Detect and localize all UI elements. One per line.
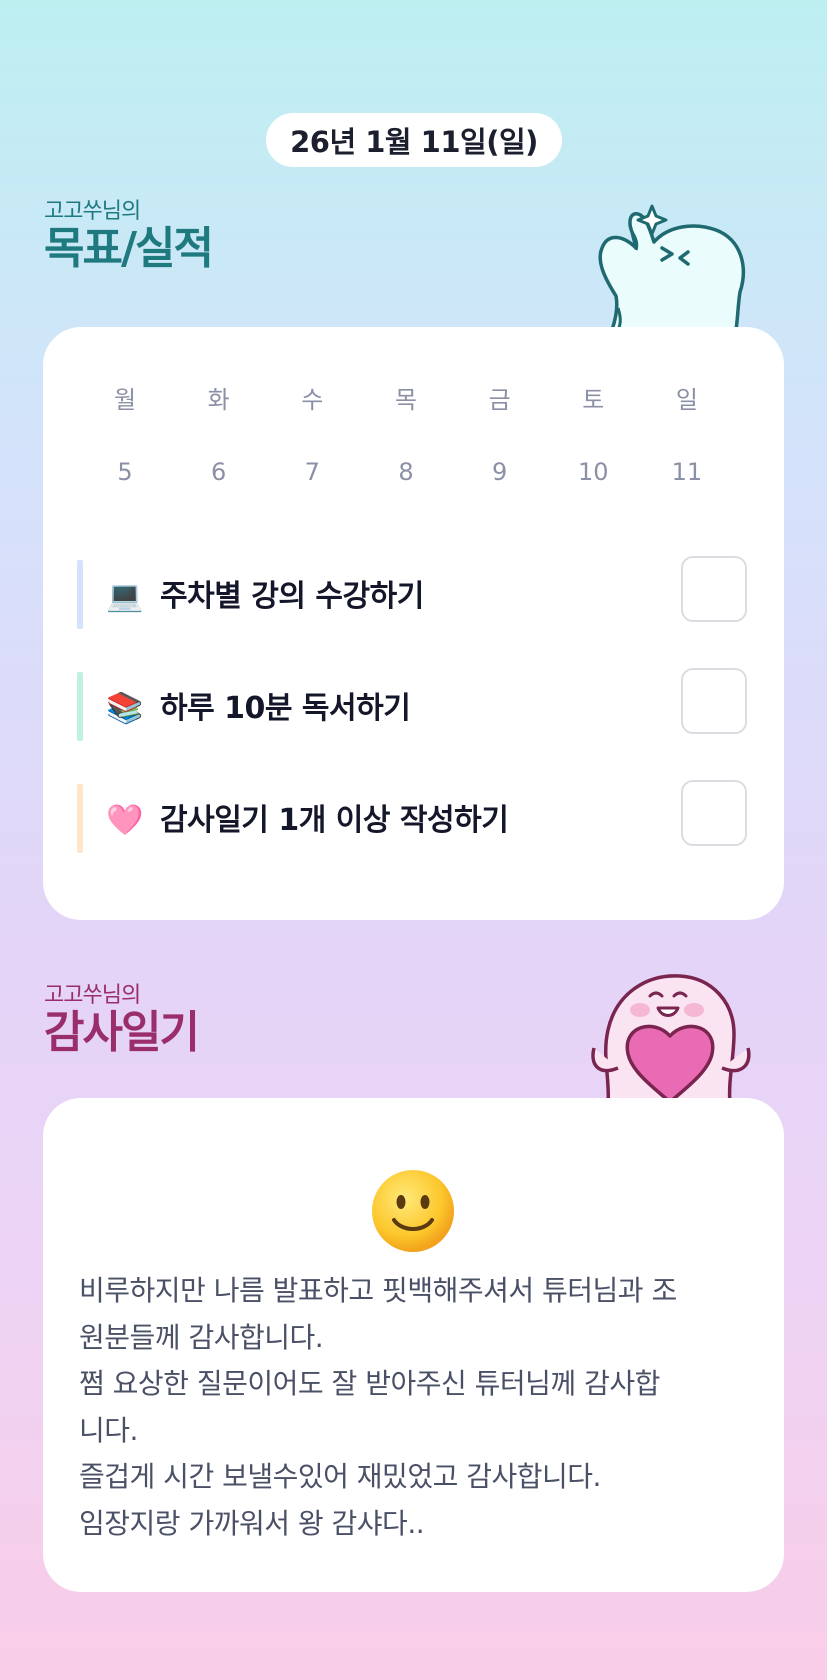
diary-line: 쩜 요상한 질문이어도 잘 받아주신 튜터님께 감사합 xyxy=(79,1367,660,1400)
heart-hug-mascot-icon xyxy=(591,974,751,1104)
goal-checkbox[interactable] xyxy=(681,780,747,846)
diary-entry: 비루하지만 나름 발표하고 핏백해주셔서 튜터님과 조 원분들께 감사합니다. … xyxy=(79,1268,759,1547)
diary-card: 비루하지만 나름 발표하고 핏백해주셔서 튜터님과 조 원분들께 감사합니다. … xyxy=(43,1098,784,1592)
page: { "header": { "date": "26년 1월 11일(일)" },… xyxy=(0,0,827,1680)
goals-subtitle: 고고쑤님의 xyxy=(44,199,141,224)
date-cell[interactable]: 8 xyxy=(386,458,426,486)
goal-item-lectures: 💻 주차별 강의 수강하기 xyxy=(77,556,749,640)
laptop-icon: 💻 xyxy=(106,579,144,614)
date-header: 26년 1월 11일(일) xyxy=(266,113,562,167)
weekday-sun: 일 xyxy=(675,386,698,414)
goal-label: 하루 10분 독서하기 xyxy=(160,691,411,726)
diary-line: 니다. xyxy=(79,1413,138,1447)
date-cell[interactable]: 9 xyxy=(480,458,520,486)
date-cell[interactable]: 6 xyxy=(199,458,239,486)
goal-item-reading: 📚 하루 10분 독서하기 xyxy=(77,668,749,752)
goals-heading: 고고쑤님의 목표/실적 xyxy=(44,199,214,274)
weekday-fri: 금 xyxy=(488,386,511,414)
goals-title: 목표/실적 xyxy=(44,223,214,274)
diary-heading: 고고쑤님의 감사일기 xyxy=(44,983,200,1058)
diary-line: 비루하지만 나름 발표하고 핏백해주셔서 튜터님과 조 xyxy=(79,1274,677,1307)
slightly-smiling-face-icon[interactable] xyxy=(370,1168,456,1254)
weekday-thu: 목 xyxy=(394,386,418,414)
weekday-mon: 월 xyxy=(113,386,137,414)
date-row: 5 6 7 8 9 10 11 xyxy=(105,458,707,486)
diary-title: 감사일기 xyxy=(44,1007,200,1058)
diary-line: 임장지랑 가까워서 왕 감샤다.. xyxy=(79,1506,425,1540)
date-cell[interactable]: 10 xyxy=(573,458,613,486)
goal-color-bar xyxy=(77,560,83,629)
weekday-tue: 화 xyxy=(207,386,230,414)
diary-line: 원분들께 감사합니다. xyxy=(79,1320,324,1354)
date-cell[interactable]: 5 xyxy=(105,458,145,486)
date-cell[interactable]: 7 xyxy=(292,458,332,486)
diary-subtitle: 고고쑤님의 xyxy=(44,983,141,1008)
goal-label: 주차별 강의 수강하기 xyxy=(160,579,424,614)
goal-checkbox[interactable] xyxy=(681,668,747,734)
diary-line: 즐겁게 시간 보낼수있어 재밌었고 감사합니다. xyxy=(79,1460,601,1493)
goal-checkbox[interactable] xyxy=(681,556,747,622)
weekday-sat: 토 xyxy=(582,386,605,414)
thumbs-up-mascot-icon xyxy=(598,204,746,331)
weekday-row: 월 화 수 목 금 토 일 xyxy=(105,380,707,415)
date-cell[interactable]: 11 xyxy=(667,458,707,486)
heart-icon: 🩷 xyxy=(106,803,144,838)
goals-card: 월 화 수 목 금 토 일 5 6 7 8 9 10 11 💻 주차별 강의 수… xyxy=(43,327,784,920)
books-icon: 📚 xyxy=(106,691,144,726)
goal-item-gratitude: 🩷 감사일기 1개 이상 작성하기 xyxy=(77,780,749,864)
goal-color-bar xyxy=(77,784,83,853)
goal-label: 감사일기 1개 이상 작성하기 xyxy=(160,803,509,838)
weekday-wed: 수 xyxy=(301,386,324,414)
goal-color-bar xyxy=(77,672,83,741)
